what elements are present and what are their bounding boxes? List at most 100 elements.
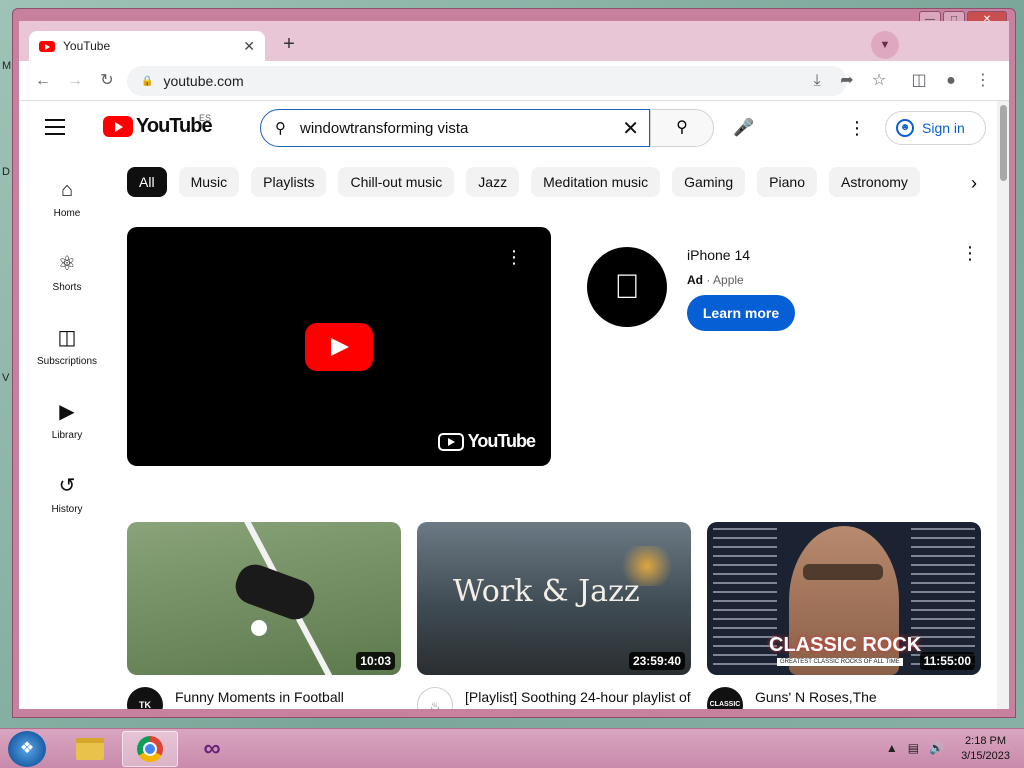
taskbar: ❖ ∞ ▲ ▤ 🔊 2:18 PM 3/15/2023 — [0, 728, 1024, 768]
apple-logo-icon[interactable]:  — [587, 247, 667, 327]
chip-meditation-music[interactable]: Meditation music — [531, 167, 661, 197]
desktop-icon-fragment: D — [2, 166, 10, 178]
channel-avatar[interactable]: TK — [127, 687, 163, 709]
chip-all[interactable]: All — [127, 167, 167, 197]
new-tab-button[interactable]: + — [277, 33, 301, 57]
back-arrow-icon[interactable]: ← — [31, 69, 55, 93]
chip-next-arrow-icon[interactable]: › — [959, 167, 989, 199]
lock-icon[interactable]: 🔒 — [141, 76, 153, 87]
ad-video-player[interactable]: ⋮ YouTube — [127, 227, 551, 466]
chip-chill-out-music[interactable]: Chill-out music — [338, 167, 455, 197]
watermark-text: YouTube — [467, 431, 536, 451]
search-button[interactable]: ⚲ — [650, 109, 714, 147]
tab-strip: YouTube ✕ + ▼ — [19, 21, 1009, 61]
side-panel-icon[interactable]: ◫ — [907, 69, 931, 93]
clock[interactable]: 2:18 PM 3/15/2023 — [961, 734, 1010, 764]
bookmark-star-icon[interactable]: ☆ — [867, 69, 891, 93]
subscriptions-icon: ◫ — [57, 326, 77, 349]
guide-sidebar: ⌂ Home ⚛ Shorts ◫ Subscriptions ▶ Librar… — [19, 161, 115, 531]
chip-piano[interactable]: Piano — [757, 167, 817, 197]
network-icon[interactable]: ▤ — [908, 741, 919, 755]
chip-astronomy[interactable]: Astronomy — [828, 167, 920, 197]
guide-item-subscriptions[interactable]: ◫ Subscriptions — [19, 309, 115, 383]
yt-header: YouTube ES ⚲ windowtransforming vista ✕ … — [19, 101, 997, 157]
thumbnail-title: CLASSIC ROCK — [769, 634, 922, 656]
chip-playlists[interactable]: Playlists — [251, 167, 327, 197]
video-card[interactable]: Work & Jazz 23:59:40 ♨ [Playlist] Soothi… — [417, 522, 691, 709]
desktop-icon-fragment: V — [2, 372, 10, 384]
taskbar-visual-studio[interactable]: ∞ — [184, 731, 240, 767]
guide-item-history[interactable]: ↺ History — [19, 457, 115, 531]
clear-search-icon[interactable]: ✕ — [622, 116, 639, 141]
guide-label: History — [51, 503, 83, 515]
guide-item-shorts[interactable]: ⚛ Shorts — [19, 235, 115, 309]
chrome-icon — [137, 736, 163, 762]
address-bar[interactable]: 🔒 youtube.com — [127, 66, 847, 96]
ad-title[interactable]: iPhone 14 — [687, 247, 750, 263]
video-thumbnail[interactable]: 10:03 — [127, 522, 401, 675]
chip-bar: All Music Playlists Chill-out music Jazz… — [127, 167, 987, 199]
share-icon[interactable]: ➦ — [835, 69, 859, 93]
youtube-logo[interactable]: YouTube — [103, 115, 213, 138]
scrollbar-thumb[interactable] — [1000, 105, 1007, 181]
start-button[interactable]: ❖ — [8, 731, 46, 767]
settings-kebab-icon[interactable]: ⋮ — [845, 111, 869, 145]
chip-gaming[interactable]: Gaming — [672, 167, 746, 197]
shorts-icon: ⚛ — [58, 252, 76, 275]
video-duration: 10:03 — [356, 652, 395, 670]
history-icon: ↺ — [58, 474, 76, 497]
video-menu-icon[interactable]: ⋮ — [505, 247, 523, 268]
forward-arrow-icon[interactable]: → — [63, 69, 87, 93]
guide-label: Home — [53, 207, 81, 219]
video-card[interactable]: 10:03 TK Funny Moments in Football — [127, 522, 401, 709]
taskbar-chrome[interactable] — [122, 731, 178, 767]
country-code: ES — [199, 113, 212, 123]
ad-menu-icon[interactable]: ⋮ — [961, 243, 979, 264]
sign-in-label: Sign in — [922, 120, 965, 136]
video-card[interactable]: CLASSIC ROCK GREATEST CLASSIC ROCKS OF A… — [707, 522, 981, 709]
reload-icon[interactable]: ↻ — [95, 69, 119, 93]
channel-avatar[interactable]: ♨ — [417, 687, 453, 709]
video-thumbnail[interactable]: Work & Jazz 23:59:40 — [417, 522, 691, 675]
sign-in-button[interactable]: ☻ Sign in — [885, 111, 986, 145]
taskbar-explorer[interactable] — [62, 731, 118, 767]
home-icon: ⌂ — [60, 178, 74, 201]
profile-icon[interactable]: ● — [939, 69, 963, 93]
video-thumbnail[interactable]: CLASSIC ROCK GREATEST CLASSIC ROCKS OF A… — [707, 522, 981, 675]
ball-icon — [251, 620, 267, 636]
tab-close-icon[interactable]: ✕ — [243, 38, 255, 55]
browser-tab[interactable]: YouTube ✕ — [29, 31, 265, 61]
menu-hamburger-icon[interactable] — [45, 119, 65, 140]
youtube-watermark: YouTube — [437, 431, 536, 452]
clock-date: 3/15/2023 — [961, 750, 1010, 762]
microphone-icon[interactable]: 🎤 — [727, 111, 761, 145]
show-hidden-icons-icon[interactable]: ▲ — [886, 741, 898, 755]
play-button-icon[interactable] — [305, 323, 373, 371]
video-title[interactable]: Funny Moments in Football — [175, 687, 344, 709]
browser-menu-icon[interactable]: ⋮ — [971, 69, 995, 93]
browser-toolbar: ← → ↻ 🔒 youtube.com ⤓ ➦ ☆ ◫ ● ⋮ — [19, 61, 1009, 101]
search-input[interactable]: ⚲ windowtransforming vista ✕ — [260, 109, 650, 147]
video-meta: TK Funny Moments in Football — [127, 687, 401, 709]
video-meta: CLASSIC ROCK Guns' N Roses,The Beatles,Q… — [707, 687, 981, 709]
tracklist-left — [713, 528, 777, 668]
sunglasses — [803, 564, 883, 580]
ad-advertiser: Apple — [713, 273, 744, 287]
volume-icon[interactable]: 🔊 — [929, 741, 944, 755]
chip-music[interactable]: Music — [178, 167, 240, 197]
video-title[interactable]: [Playlist] Soothing 24-hour playlist of … — [465, 687, 691, 709]
channel-avatar[interactable]: CLASSIC ROCK — [707, 687, 743, 709]
chip-jazz[interactable]: Jazz — [466, 167, 520, 197]
learn-more-button[interactable]: Learn more — [687, 295, 795, 331]
video-grid: 10:03 TK Funny Moments in Football Work … — [127, 522, 987, 709]
video-duration: 23:59:40 — [628, 652, 685, 670]
visual-studio-icon: ∞ — [203, 735, 221, 762]
video-meta: ♨ [Playlist] Soothing 24-hour playlist o… — [417, 687, 691, 709]
tab-search-button[interactable]: ▼ — [871, 31, 899, 59]
guide-item-home[interactable]: ⌂ Home — [19, 161, 115, 235]
guide-item-library[interactable]: ▶ Library — [19, 383, 115, 457]
video-title[interactable]: Guns' N Roses,The Beatles,Queen,U2,CCR,B… — [755, 687, 981, 709]
page-scrollbar[interactable] — [997, 101, 1009, 709]
guide-label: Subscriptions — [36, 355, 98, 367]
install-app-icon[interactable]: ⤓ — [805, 69, 829, 93]
